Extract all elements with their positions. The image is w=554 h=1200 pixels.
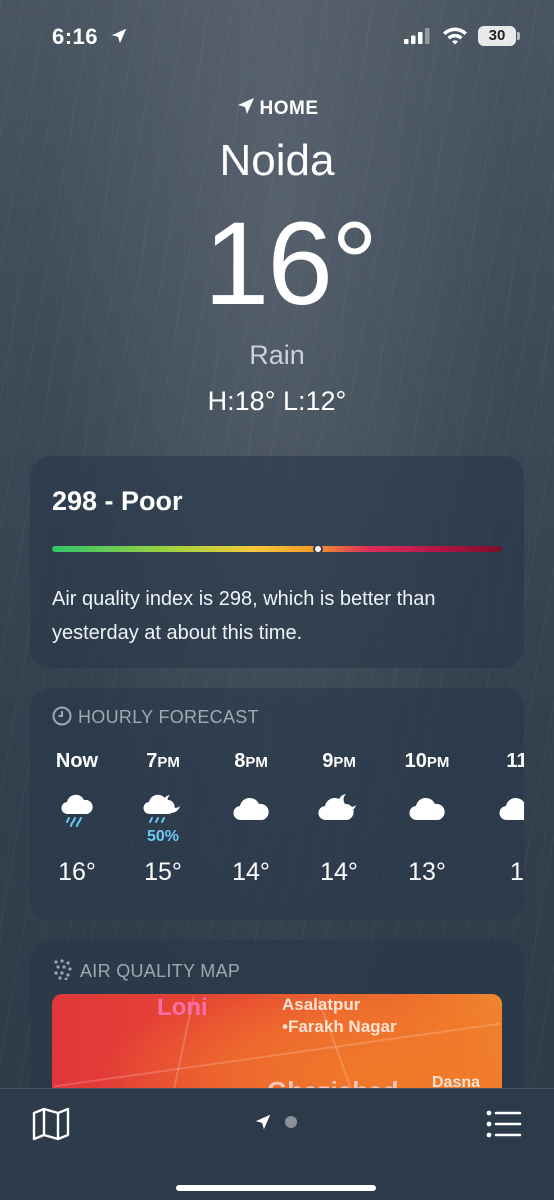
precipitation-chance: 50%: [146, 828, 180, 845]
hourly-forecast-card[interactable]: HOURLY FORECAST Now 16° 7PM 50% 15° 8PM 14° 9PM…: [30, 688, 524, 920]
air-quality-map-heading: AIR QUALITY MAP: [52, 958, 240, 982]
battery-indicator: 30: [478, 26, 520, 46]
map-label-farakh-text: Farakh Nagar: [287, 1017, 397, 1036]
map-icon[interactable]: [32, 1107, 70, 1141]
cloud-moon-icon: [304, 776, 374, 846]
wifi-icon: [443, 27, 467, 45]
hour-label: 11: [506, 750, 524, 772]
cloud-icon: [392, 776, 462, 846]
hour-temperature: 14°: [320, 858, 358, 886]
list-icon[interactable]: [486, 1109, 522, 1139]
location-arrow-icon: [237, 98, 254, 114]
hour-temperature: 15°: [144, 858, 182, 886]
bottom-toolbar: [0, 1088, 554, 1200]
hour-temperature: 16°: [58, 858, 96, 886]
weather-condition: Rain: [249, 340, 305, 370]
hour-temperature: 14°: [232, 858, 270, 886]
hourly-item: Now 16°: [42, 750, 112, 887]
map-heading-label: AIR QUALITY MAP: [80, 961, 241, 981]
signal-icon: [404, 28, 430, 44]
air-quality-dots-icon: [54, 959, 72, 981]
high-low-temperature: H:18° L:12°: [207, 386, 347, 416]
hourly-item: 7PM 50% 15°: [128, 750, 198, 887]
current-temperature: 16°: [203, 198, 378, 330]
cloud-icon: [216, 776, 286, 846]
current-location-page-icon: [255, 1114, 271, 1130]
home-label: HOME: [259, 98, 319, 119]
clock-icon: [52, 706, 72, 726]
page-dot-icon: [285, 1116, 298, 1128]
hourly-heading-label: HOURLY FORECAST: [78, 707, 259, 727]
hour-label: Now: [55, 750, 99, 772]
air-quality-card[interactable]: 298 - Poor Air quality index is 298, whi…: [30, 456, 524, 668]
hour-label: 10PM: [404, 750, 450, 772]
hourly-item: 11 1: [482, 750, 524, 887]
aqi-scale-bar: [52, 544, 502, 554]
cloud-icon: [482, 776, 524, 846]
aqi-description: Air quality index is 298, which is bette…: [52, 588, 436, 644]
hourly-item: 10PM 13°: [392, 750, 462, 887]
aqi-title: 298 - Poor: [52, 486, 183, 516]
location-arrow-icon: [111, 28, 127, 44]
hour-temperature: 13°: [408, 858, 446, 886]
map-label-asalatpur-text: Asalatpur: [282, 995, 361, 1014]
cloud-rain-icon: [42, 776, 112, 846]
hourly-item: 9PM 14°: [304, 750, 374, 887]
hourly-item: 8PM 14°: [216, 750, 286, 887]
hour-label: 7PM: [146, 750, 180, 772]
map-label-asalatpur: Asalatpur •Farakh Nagar: [282, 994, 397, 1038]
status-time: 6:16: [52, 24, 99, 49]
hour-temperature: 1: [510, 858, 524, 886]
hour-label: 9PM: [322, 750, 356, 772]
aqi-indicator-dot: [312, 544, 323, 554]
hour-label: 8PM: [234, 750, 268, 772]
home-indicator[interactable]: [176, 1185, 376, 1191]
map-label-farakh: •Farakh Nagar: [282, 1017, 397, 1036]
cloud-moon-rain-icon: 50%: [128, 776, 198, 846]
page-indicator[interactable]: [254, 1113, 300, 1136]
city-name: Noida: [219, 136, 335, 185]
map-label-loni: Loni: [157, 994, 208, 1021]
status-bar: 6:16 30: [0, 22, 554, 54]
hourly-forecast-heading: HOURLY FORECAST: [52, 706, 259, 728]
location-label: HOME: [0, 96, 554, 120]
